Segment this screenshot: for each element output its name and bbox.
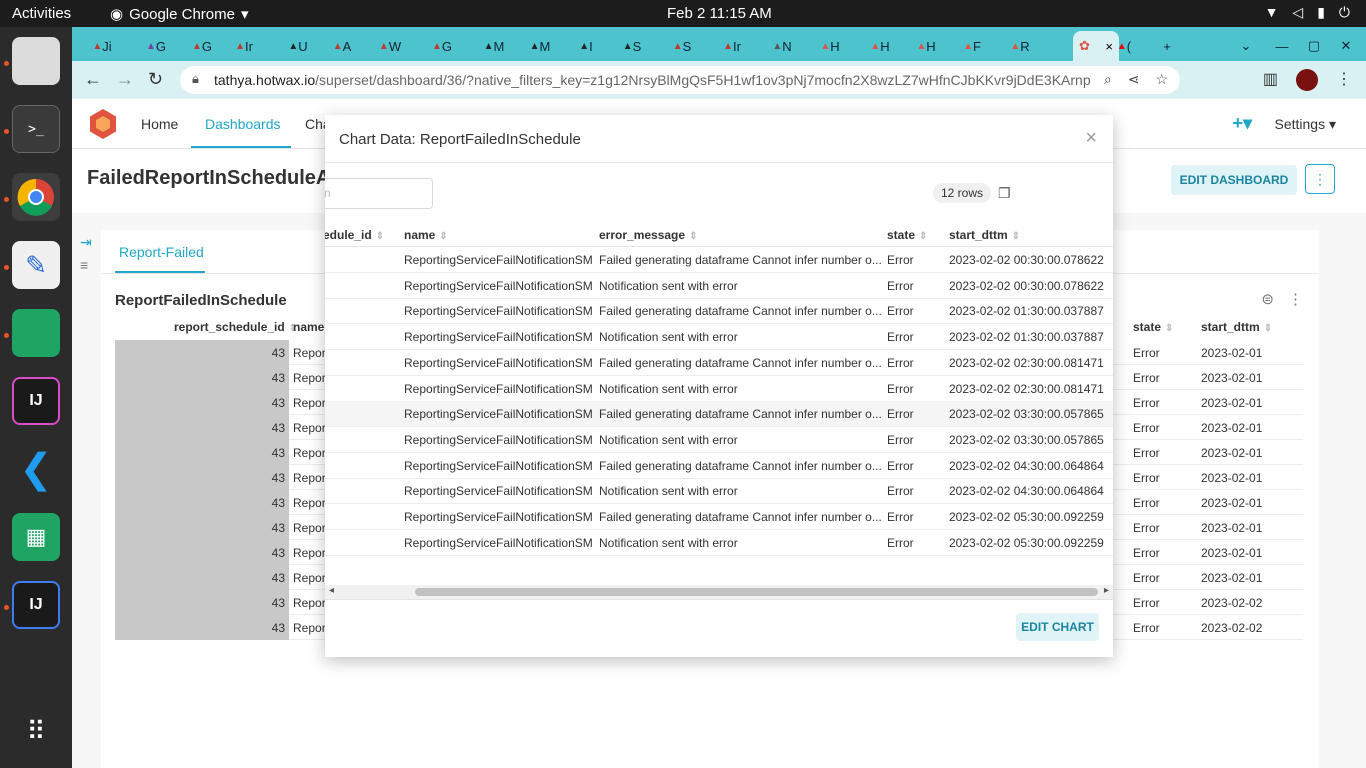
cell-name: ReportingServiceFailNotificationSM — [404, 278, 593, 293]
cell-msg: Notification sent with error — [599, 432, 738, 447]
cell-dttm: 2023-02-02 04:30:00.064864 — [949, 484, 1104, 499]
chart-data-modal: Chart Data: ReportFailedInSchedule × n 1… — [325, 115, 1113, 657]
table-row[interactable]: ReportingServiceFailNotificationSM Notifi… — [325, 376, 1113, 402]
cell-msg: Failed generating dataframe Cannot infer… — [599, 304, 882, 319]
table-row[interactable]: ReportingServiceFailNotificationSM Notifi… — [325, 478, 1113, 505]
cell-msg: Notification sent with error — [599, 535, 738, 550]
cell-state: Error — [887, 535, 914, 550]
cell-name: ReportingServiceFailNotificationSM — [404, 535, 593, 550]
cell-dttm: 2023-02-02 02:30:00.081471 — [949, 381, 1104, 396]
cell-dttm: 2023-02-02 03:30:00.057865 — [949, 432, 1104, 447]
cell-msg: Failed generating dataframe Cannot infer… — [599, 355, 882, 370]
cell-msg: Failed generating dataframe Cannot infer… — [599, 407, 882, 422]
copy-icon[interactable]: ❐ — [998, 185, 1011, 202]
table-row[interactable]: ReportingServiceFailNotificationSM Failed… — [325, 453, 1113, 479]
cell-state: Error — [887, 355, 914, 370]
table-row[interactable]: ReportingServiceFailNotificationSM Failed… — [325, 247, 1113, 273]
cell-dttm: 2023-02-02 01:30:00.037887 — [949, 330, 1104, 345]
cell-name: ReportingServiceFailNotificationSM — [404, 510, 593, 524]
search-input[interactable]: n — [325, 178, 433, 209]
footer-divider — [325, 599, 1113, 600]
cell-dttm: 2023-02-02 00:30:00.078622 — [949, 253, 1104, 267]
cell-state: Error — [887, 278, 914, 293]
col-header-name[interactable]: name ⇕ — [404, 228, 448, 242]
table-row[interactable]: ReportingServiceFailNotificationSM Notifi… — [325, 273, 1113, 299]
cell-state: Error — [887, 253, 914, 267]
cell-dttm: 2023-02-02 05:30:00.092259 — [949, 535, 1104, 550]
cell-state: Error — [887, 510, 914, 524]
table-row[interactable]: ReportingServiceFailNotificationSM Failed… — [325, 504, 1113, 530]
cell-msg: Notification sent with error — [599, 278, 738, 293]
cell-state: Error — [887, 304, 914, 319]
cell-name: ReportingServiceFailNotificationSM — [404, 458, 593, 473]
cell-msg: Failed generating dataframe Cannot infer… — [599, 458, 882, 473]
scroll-right-icon[interactable]: ▸ — [1104, 585, 1109, 596]
cell-name: ReportingServiceFailNotificationSM — [404, 432, 593, 447]
cell-dttm: 2023-02-02 04:30:00.064864 — [949, 458, 1104, 473]
table-row[interactable]: ReportingServiceFailNotificationSM Notifi… — [325, 324, 1113, 351]
cell-dttm: 2023-02-02 00:30:00.078622 — [949, 278, 1104, 293]
modal-header: Chart Data: ReportFailedInSchedule × — [325, 115, 1113, 163]
edit-chart-button[interactable]: EDIT CHART — [1016, 613, 1099, 641]
cell-msg: Notification sent with error — [599, 330, 738, 345]
scrollbar-thumb[interactable] — [415, 588, 1098, 596]
cell-state: Error — [887, 407, 914, 422]
table-row[interactable]: ReportingServiceFailNotificationSM Failed… — [325, 298, 1113, 325]
table-row[interactable]: ReportingServiceFailNotificationSM Notifi… — [325, 427, 1113, 453]
cell-name: ReportingServiceFailNotificationSM — [404, 484, 593, 499]
cell-state: Error — [887, 484, 914, 499]
cell-msg: Notification sent with error — [599, 381, 738, 396]
cell-msg: Notification sent with error — [599, 484, 738, 499]
cell-name: ReportingServiceFailNotificationSM — [404, 381, 593, 396]
table-row[interactable]: ReportingServiceFailNotificationSM Failed… — [325, 350, 1113, 376]
scroll-left-icon[interactable]: ◂ — [329, 585, 334, 596]
table-row[interactable]: ReportingServiceFailNotificationSM Failed… — [325, 401, 1113, 428]
cell-dttm: 2023-02-02 03:30:00.057865 — [949, 407, 1104, 422]
col-header-report-schedule-id[interactable]: edule_id ⇕ — [325, 228, 384, 242]
cell-state: Error — [887, 458, 914, 473]
cell-state: Error — [887, 381, 914, 396]
cell-name: ReportingServiceFailNotificationSM — [404, 330, 593, 345]
cell-name: ReportingServiceFailNotificationSM — [404, 253, 593, 267]
close-icon[interactable]: × — [1085, 127, 1097, 150]
cell-name: ReportingServiceFailNotificationSM — [404, 407, 593, 422]
horizontal-scrollbar[interactable]: ◂ ▸ — [325, 585, 1113, 599]
cell-msg: Failed generating dataframe Cannot infer… — [599, 253, 882, 267]
cell-msg: Failed generating dataframe Cannot infer… — [599, 510, 882, 524]
modal-title: Chart Data: ReportFailedInSchedule — [339, 131, 581, 148]
col-header-start-dttm[interactable]: start_dttm ⇕ — [949, 228, 1020, 242]
col-header-state[interactable]: state ⇕ — [887, 228, 927, 242]
table-row[interactable]: ReportingServiceFailNotificationSM Notifi… — [325, 530, 1113, 556]
col-header-error-message[interactable]: error_message ⇕ — [599, 228, 697, 242]
cell-name: ReportingServiceFailNotificationSM — [404, 355, 593, 370]
cell-state: Error — [887, 330, 914, 345]
cell-name: ReportingServiceFailNotificationSM — [404, 304, 593, 319]
row-count-badge: 12 rows — [933, 183, 992, 203]
modal-overlay: Chart Data: ReportFailedInSchedule × n 1… — [0, 0, 1366, 768]
cell-dttm: 2023-02-02 01:30:00.037887 — [949, 304, 1104, 319]
cell-dttm: 2023-02-02 02:30:00.081471 — [949, 355, 1104, 370]
cell-dttm: 2023-02-02 05:30:00.092259 — [949, 510, 1104, 524]
cell-state: Error — [887, 432, 914, 447]
